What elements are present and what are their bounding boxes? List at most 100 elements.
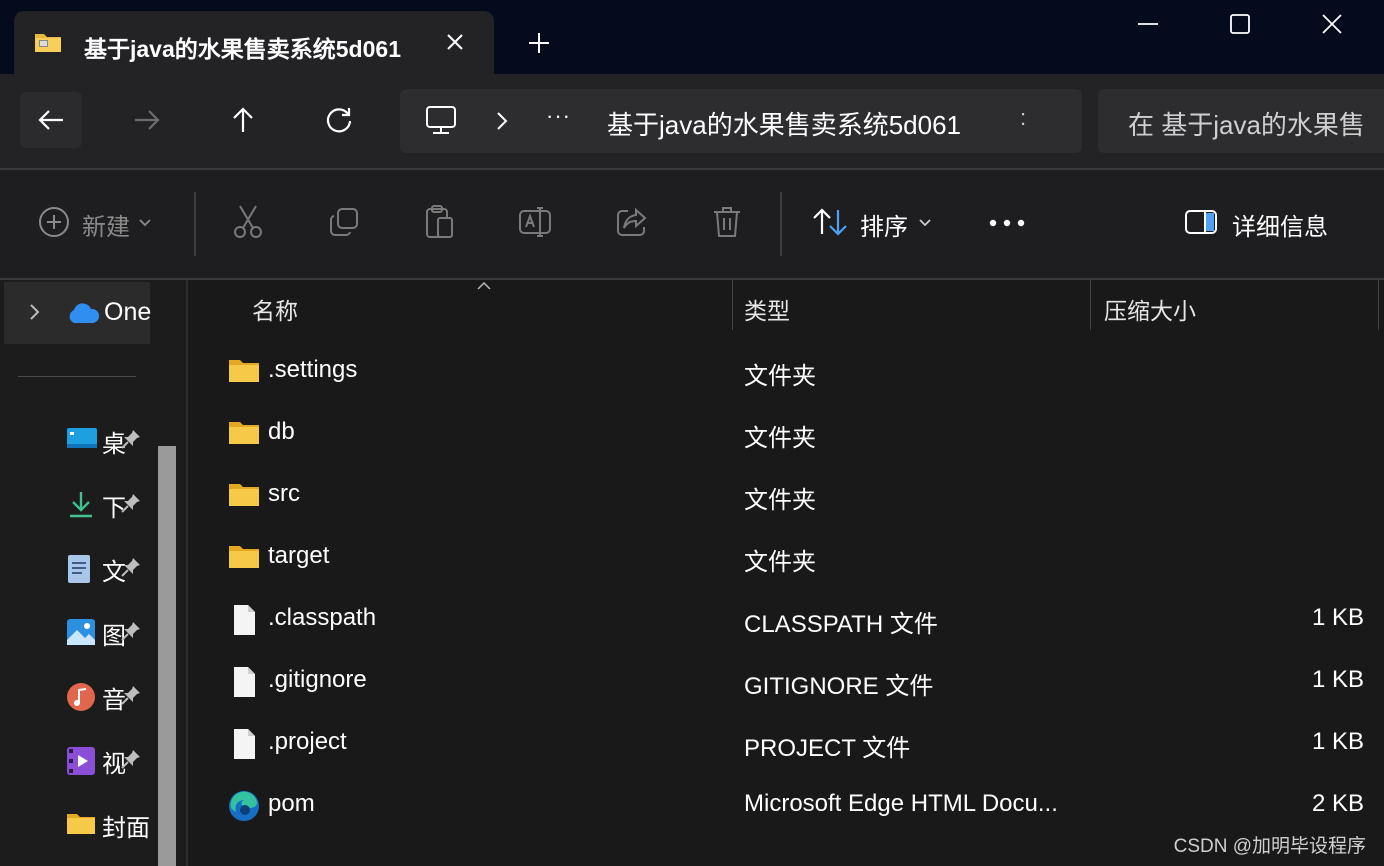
clipboard-icon <box>424 204 456 245</box>
file-row[interactable]: target 文件夹 <box>188 526 1384 588</box>
file-list: 名称 类型 压缩大小 .settings 文件夹 db 文件夹 src 文件夹 … <box>188 280 1384 866</box>
file-row[interactable]: .gitignore GITIGNORE 文件 1 KB <box>188 650 1384 712</box>
sidebar-item-videos[interactable]: 视 <box>62 738 158 782</box>
file-type: PROJECT 文件 <box>744 735 911 762</box>
desktop-icon <box>66 426 97 454</box>
file-row[interactable]: .classpath CLASSPATH 文件 1 KB <box>188 588 1384 650</box>
tab-title: 基于java的水果售卖系统5d061 <box>84 36 401 62</box>
forward-arrow-icon[interactable] <box>116 92 178 148</box>
file-name: .gitignore <box>268 666 367 693</box>
sidebar-item-downloads[interactable]: 下 <box>62 482 158 526</box>
details-pane-label: 详细信息 <box>1232 213 1328 241</box>
sort-ascending-icon <box>476 278 492 296</box>
file-type: CLASSPATH 文件 <box>744 611 938 638</box>
file-name: target <box>268 542 330 569</box>
share-button[interactable] <box>616 200 648 248</box>
minimize-icon[interactable] <box>1102 0 1194 48</box>
sidebar-item-label: 封面 <box>102 815 150 842</box>
more-options-button[interactable] <box>988 200 1026 248</box>
file-icon <box>228 604 260 635</box>
navigation-bar: ··· 基于java的水果售卖系统5d061 : 在 基于java的水果售 <box>0 74 1384 168</box>
sidebar-item-music[interactable]: 音 <box>62 674 158 718</box>
file-name: pom <box>268 790 315 817</box>
search-box[interactable]: 在 基于java的水果售 <box>1098 89 1384 153</box>
folder-icon <box>228 356 260 386</box>
sort-button[interactable]: 排序 <box>812 200 932 248</box>
file-row[interactable]: .settings 文件夹 <box>188 340 1384 402</box>
close-icon[interactable] <box>1286 0 1378 48</box>
sidebar-item-desktop[interactable]: 桌 <box>62 418 158 462</box>
copy-button[interactable] <box>328 200 360 248</box>
pin-icon[interactable] <box>120 620 144 644</box>
breadcrumb-overflow[interactable]: ··· <box>546 103 571 129</box>
copy-icon <box>328 206 360 243</box>
file-row[interactable]: pom Microsoft Edge HTML Docu... 2 KB <box>188 774 1384 836</box>
sidebar-scrollbar[interactable] <box>158 446 176 866</box>
up-arrow-icon[interactable] <box>212 92 274 148</box>
sidebar-item-documents[interactable]: 文 <box>62 546 158 590</box>
file-name: .classpath <box>268 604 377 631</box>
refresh-icon[interactable] <box>308 92 370 148</box>
chevron-right-icon[interactable] <box>28 302 42 327</box>
music-icon <box>66 682 96 711</box>
toolbar-separator <box>194 192 196 256</box>
sort-button-label: 排序 <box>860 213 908 241</box>
new-button[interactable]: 新建 <box>38 200 152 248</box>
address-bar[interactable]: ··· 基于java的水果售卖系统5d061 : <box>400 89 1082 153</box>
pin-icon[interactable] <box>120 556 144 580</box>
rename-icon <box>518 206 552 243</box>
back-arrow-icon[interactable] <box>20 92 82 148</box>
maximize-icon[interactable] <box>1194 0 1286 48</box>
sidebar-item-onedrive[interactable]: One <box>4 282 152 344</box>
command-bar: 新建 排序 详细信息 <box>0 170 1384 278</box>
add-circle-icon <box>38 206 70 243</box>
rename-button[interactable] <box>518 200 552 248</box>
file-row[interactable]: src 文件夹 <box>188 464 1384 526</box>
breadcrumb-current[interactable]: 基于java的水果售卖系统5d061 <box>607 105 961 142</box>
file-type: 文件夹 <box>744 487 816 514</box>
onedrive-cloud-icon <box>66 302 100 329</box>
details-pane-icon <box>1184 208 1220 241</box>
file-row[interactable]: .project PROJECT 文件 1 KB <box>188 712 1384 774</box>
sort-arrows-icon <box>812 207 848 242</box>
sidebar-item-pictures[interactable]: 图 <box>62 610 158 654</box>
chevron-right-icon[interactable] <box>492 109 512 133</box>
details-pane-button[interactable]: 详细信息 <box>1184 200 1328 248</box>
pictures-icon <box>66 618 96 646</box>
column-header-size[interactable]: 压缩大小 <box>1104 292 1196 342</box>
column-header-name[interactable]: 名称 <box>252 292 298 342</box>
scissors-icon <box>232 204 264 245</box>
cut-button[interactable] <box>232 200 264 248</box>
column-resize-handle[interactable] <box>1090 280 1091 330</box>
search-input[interactable]: 在 基于java的水果售 <box>1128 105 1365 142</box>
delete-button[interactable] <box>712 200 742 248</box>
sidebar-item-folder[interactable]: 封面 <box>62 802 158 846</box>
column-header-type[interactable]: 类型 <box>744 292 790 342</box>
file-type: 文件夹 <box>744 425 816 452</box>
more-horizontal-icon <box>988 215 1026 233</box>
sidebar-divider <box>18 376 136 377</box>
pin-icon[interactable] <box>120 492 144 516</box>
file-type: 文件夹 <box>744 363 816 390</box>
tab-active[interactable]: 基于java的水果售卖系统5d061 <box>14 11 494 74</box>
watermark: CSDN @加明毕设程序 <box>1173 836 1366 857</box>
pin-icon[interactable] <box>120 428 144 452</box>
title-bar: 基于java的水果售卖系统5d061 <box>0 0 1384 74</box>
toolbar-separator <box>780 192 782 256</box>
navigation-pane: One 桌 下 文 图 音 视 封面 <box>0 280 188 866</box>
new-tab-icon[interactable] <box>522 28 556 58</box>
paste-button[interactable] <box>424 200 456 248</box>
file-row[interactable]: db 文件夹 <box>188 402 1384 464</box>
pin-icon[interactable] <box>120 684 144 708</box>
column-resize-handle[interactable] <box>1378 280 1379 330</box>
edge-icon <box>228 790 260 821</box>
pin-icon[interactable] <box>120 748 144 772</box>
file-type: GITIGNORE 文件 <box>744 673 934 700</box>
file-type: 文件夹 <box>744 549 816 576</box>
folder-icon <box>66 810 96 838</box>
column-resize-handle[interactable] <box>732 280 733 330</box>
sidebar-item-label: One <box>104 298 152 326</box>
folder-icon <box>228 480 260 510</box>
folder-icon <box>228 542 260 572</box>
tab-close-icon[interactable] <box>440 27 470 57</box>
